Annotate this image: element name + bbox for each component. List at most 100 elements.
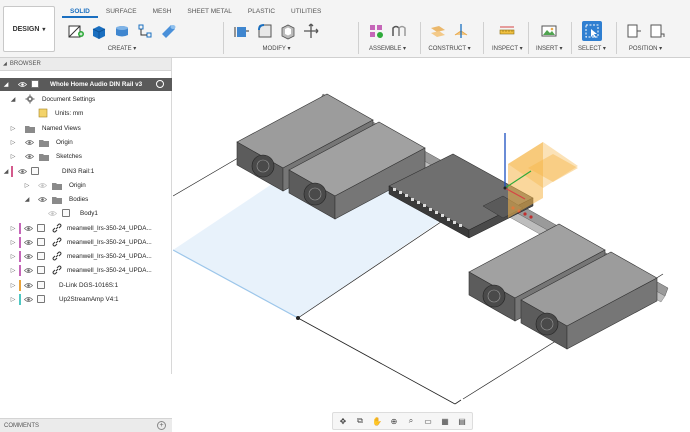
eye-icon[interactable] xyxy=(23,224,34,233)
workspace-switcher-button[interactable]: DESIGN ▾ xyxy=(3,6,55,52)
eye-icon[interactable] xyxy=(37,195,48,204)
revert-position-icon[interactable] xyxy=(647,21,667,41)
shell-icon[interactable] xyxy=(278,21,298,41)
orbit-icon[interactable]: ✥ xyxy=(336,414,350,428)
tree-item-component[interactable]: ▷ Up2StreamAmp V4:1 xyxy=(0,293,172,306)
insert-image-icon[interactable] xyxy=(539,21,559,41)
eye-icon[interactable] xyxy=(23,238,34,247)
capture-position-icon[interactable] xyxy=(624,21,644,41)
pan-hand-icon[interactable]: ✋ xyxy=(370,414,384,428)
eye-icon[interactable] xyxy=(17,167,28,176)
tree-item-label: Bodies xyxy=(69,196,89,203)
select-menu[interactable]: SELECT ▾ xyxy=(578,45,606,52)
assemble-menu[interactable]: ASSEMBLE ▾ xyxy=(369,45,406,52)
tab-solid[interactable]: SOLID xyxy=(62,6,98,18)
select-arrow-icon[interactable] xyxy=(581,21,602,41)
collapse-triangle-icon[interactable]: ◢ xyxy=(9,96,17,103)
create-menu[interactable]: CREATE ▾ xyxy=(108,45,137,52)
collapse-triangle-icon[interactable]: ◢ xyxy=(23,196,31,203)
eye-icon[interactable] xyxy=(23,266,34,275)
grid-settings-icon[interactable]: ▦ xyxy=(438,414,452,428)
cylinder-icon[interactable] xyxy=(158,21,178,41)
eye-icon[interactable] xyxy=(47,209,58,218)
triangle-down-icon[interactable]: ◢ xyxy=(3,61,7,67)
collapse-triangle-icon[interactable]: ◢ xyxy=(2,168,10,175)
expand-triangle-icon[interactable]: ▷ xyxy=(9,153,17,160)
model-viewport[interactable] xyxy=(172,58,690,432)
display-settings-icon[interactable]: ▭ xyxy=(421,414,435,428)
ribbon-tabs: SOLID SURFACE MESH SHEET METAL PLASTIC U… xyxy=(62,6,329,18)
eye-icon[interactable] xyxy=(37,181,48,190)
axis-icon[interactable] xyxy=(451,21,471,41)
eye-icon[interactable] xyxy=(17,80,28,89)
offset-plane-icon[interactable] xyxy=(428,21,448,41)
position-menu[interactable]: POSITION ▾ xyxy=(629,45,662,52)
tree-item-component[interactable]: ▷ meanwell_lrs-350-24_UPDA... xyxy=(0,250,172,263)
revolve-icon[interactable] xyxy=(112,21,132,41)
move-copy-icon[interactable] xyxy=(301,21,321,41)
tree-item-named-views[interactable]: ▷ Named Views xyxy=(0,122,172,135)
eye-icon[interactable] xyxy=(24,152,35,161)
press-pull-icon[interactable] xyxy=(232,21,252,41)
eye-icon[interactable] xyxy=(23,281,34,290)
tree-item-din-origin[interactable]: ▷ Origin xyxy=(0,179,172,192)
tab-mesh[interactable]: MESH xyxy=(145,6,180,18)
new-component-icon[interactable] xyxy=(366,21,386,41)
expand-triangle-icon[interactable]: ▷ xyxy=(9,125,17,132)
tree-item-units[interactable]: Units: mm xyxy=(0,107,172,120)
eye-icon[interactable] xyxy=(23,252,34,261)
viewports-icon[interactable]: ▤ xyxy=(455,414,469,428)
tab-utilities[interactable]: UTILITIES xyxy=(283,6,329,18)
divider xyxy=(223,22,224,54)
create-sketch-icon[interactable] xyxy=(66,21,86,41)
modify-menu[interactable]: MODIFY ▾ xyxy=(263,45,291,52)
tree-item-component[interactable]: ▷ D-Link DGS-1016S:1 xyxy=(0,279,172,292)
expand-triangle-icon[interactable]: ▷ xyxy=(9,239,17,246)
tree-item-body1[interactable]: Body1 xyxy=(0,207,172,220)
link-icon xyxy=(52,223,62,233)
expand-triangle-icon[interactable]: ▷ xyxy=(9,282,17,289)
tree-item-component[interactable]: ▷ meanwell_lrs-350-24_UPDA... xyxy=(0,264,172,277)
zoom-icon[interactable]: ⊕ xyxy=(387,414,401,428)
expand-triangle-icon[interactable]: ▷ xyxy=(9,296,17,303)
expand-triangle-icon[interactable]: ▷ xyxy=(9,225,17,232)
comments-panel[interactable]: COMMENTS + xyxy=(0,418,172,432)
component-color-bar xyxy=(19,265,21,276)
browser-header[interactable]: ◢ BROWSER xyxy=(0,58,171,71)
tree-item-sketches[interactable]: ▷ Sketches xyxy=(0,150,172,163)
tree-item-component[interactable]: ▷ meanwell_lrs-350-24_UPDA... xyxy=(0,222,172,235)
tab-sheet-metal[interactable]: SHEET METAL xyxy=(179,6,240,18)
measure-icon[interactable] xyxy=(497,21,517,41)
activate-radio-icon[interactable] xyxy=(156,80,164,88)
collapse-triangle-icon[interactable]: ◢ xyxy=(2,81,10,88)
sketch-points-icon[interactable] xyxy=(135,21,155,41)
add-comment-icon[interactable]: + xyxy=(157,421,166,430)
tab-surface[interactable]: SURFACE xyxy=(98,6,145,18)
tree-item-component[interactable]: ▷ meanwell_lrs-350-24_UPDA... xyxy=(0,236,172,249)
extrude-icon[interactable] xyxy=(89,21,109,41)
fillet-icon[interactable] xyxy=(255,21,275,41)
tree-item-din-rail[interactable]: ◢ DIN3 Rail:1 xyxy=(0,165,172,178)
insert-menu[interactable]: INSERT ▾ xyxy=(536,45,562,52)
expand-triangle-icon[interactable]: ▷ xyxy=(9,267,17,274)
folder-icon xyxy=(52,182,62,190)
expand-triangle-icon[interactable]: ▷ xyxy=(9,139,17,146)
tree-item-origin[interactable]: ▷ Origin xyxy=(0,136,172,149)
viewport-canvas[interactable] xyxy=(172,58,690,432)
expand-triangle-icon[interactable]: ▷ xyxy=(9,253,17,260)
tab-plastic[interactable]: PLASTIC xyxy=(240,6,283,18)
eye-icon[interactable] xyxy=(24,138,35,147)
modify-group: MODIFY ▾ xyxy=(232,20,321,56)
tree-item-label: meanwell_lrs-350-24_UPDA... xyxy=(67,239,152,246)
joint-icon[interactable] xyxy=(389,21,409,41)
tree-item-label: Document Settings xyxy=(42,96,96,103)
browser-root-row[interactable]: ◢ Whole Home Audio DIN Rail v3 xyxy=(0,78,172,91)
look-at-icon[interactable]: ⧉ xyxy=(353,414,367,428)
tree-item-document-settings[interactable]: ◢ Document Settings xyxy=(0,93,172,106)
construct-menu[interactable]: CONSTRUCT ▾ xyxy=(428,45,470,52)
inspect-menu[interactable]: INSPECT ▾ xyxy=(492,45,523,52)
tree-item-bodies[interactable]: ◢ Bodies xyxy=(0,193,172,206)
zoom-window-icon[interactable]: ⌕ xyxy=(404,414,418,428)
expand-triangle-icon[interactable]: ▷ xyxy=(23,182,31,189)
eye-icon[interactable] xyxy=(23,295,34,304)
